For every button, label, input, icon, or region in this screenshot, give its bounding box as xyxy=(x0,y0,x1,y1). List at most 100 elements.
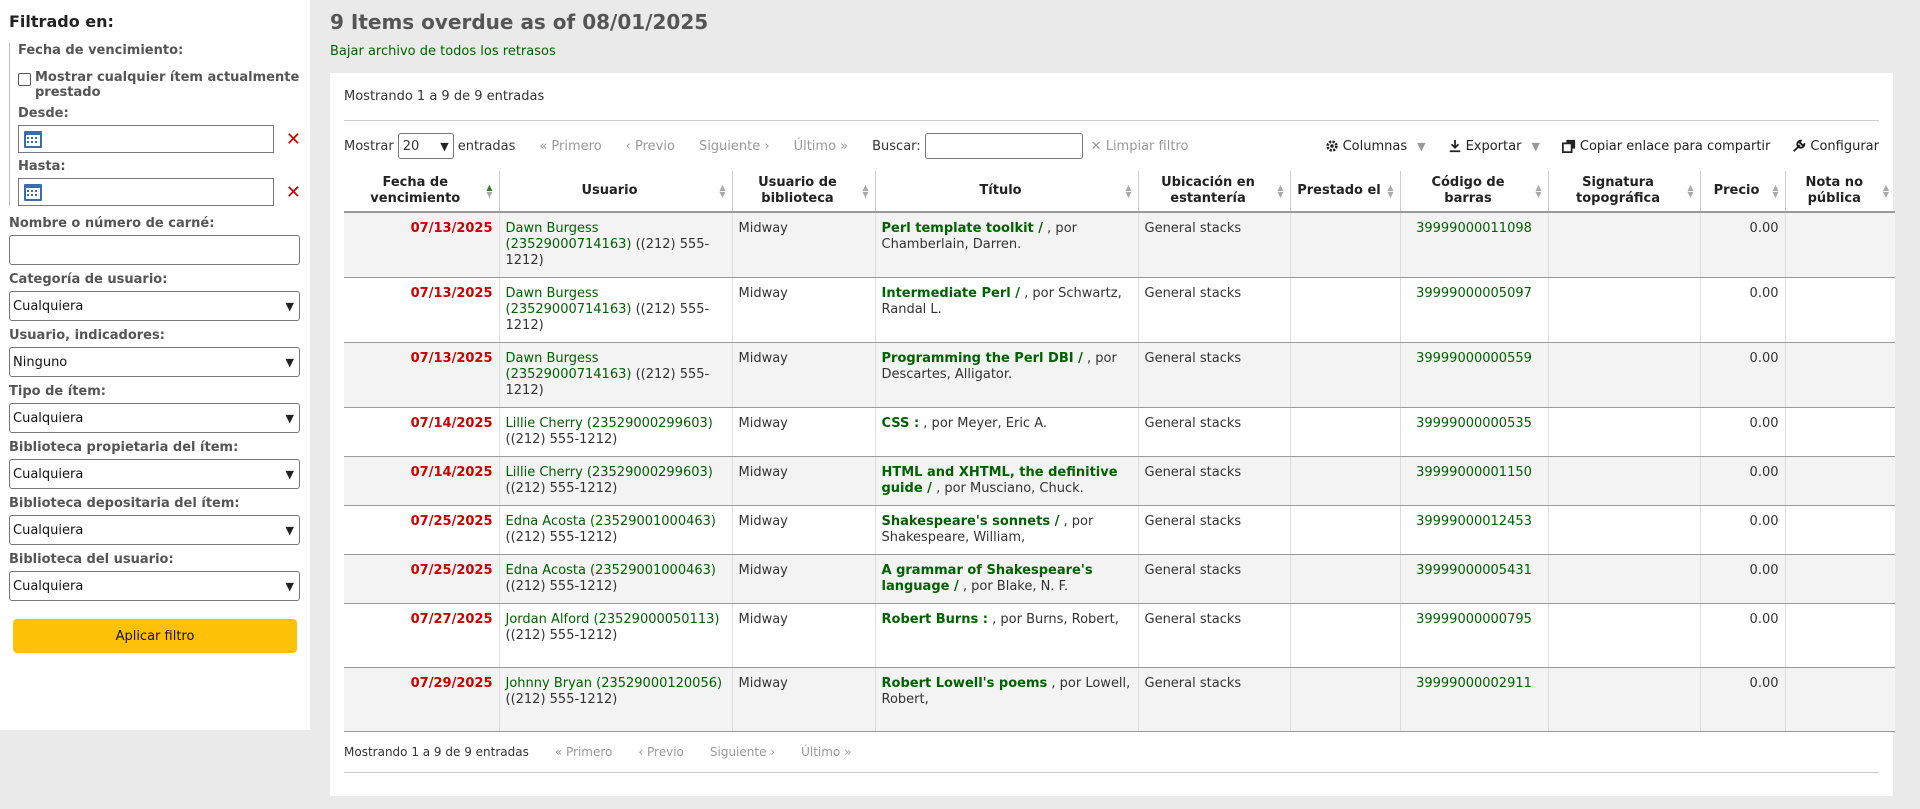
patron-category-select[interactable]: Cualquiera ▼ xyxy=(9,291,300,321)
columns-button[interactable]: Columnas ▼ xyxy=(1325,139,1426,154)
item-type-select[interactable]: Cualquiera ▼ xyxy=(9,403,300,433)
title-link[interactable]: Shakespeare's sonnets / xyxy=(882,514,1060,529)
checked-out-cell xyxy=(1290,667,1401,732)
barcode-link[interactable]: 39999000000559 xyxy=(1416,351,1532,366)
clear-to-icon[interactable]: ✕ xyxy=(286,182,301,203)
barcode-link[interactable]: 39999000002911 xyxy=(1416,676,1532,691)
library-cell: Midway xyxy=(732,277,876,343)
page-size-select[interactable]: 20 ▼ xyxy=(397,133,454,159)
entries-label: entradas xyxy=(457,138,516,154)
title-link[interactable]: Robert Lowell's poems xyxy=(882,676,1048,691)
patron-link[interactable]: Edna Acosta (23529001000463) xyxy=(506,563,716,578)
patron-link[interactable]: Lillie Cherry (23529000299603) xyxy=(506,416,713,431)
column-header[interactable]: Título ▲ ▼ xyxy=(875,171,1139,213)
barcode-link[interactable]: 39999000005431 xyxy=(1416,563,1532,578)
location-cell: General stacks xyxy=(1138,603,1291,668)
library-cell: Midway xyxy=(732,342,876,408)
column-header[interactable]: Prestado el ▲ ▼ xyxy=(1290,171,1401,213)
caret-down-icon: ▼ xyxy=(1531,139,1540,153)
patron-link[interactable]: Dawn Burgess (23529000714163) xyxy=(506,221,632,252)
first-page-button-bottom[interactable]: « Primero xyxy=(555,745,613,759)
barcode-link[interactable]: 39999000000535 xyxy=(1416,416,1532,431)
configure-button[interactable]: Configurar xyxy=(1792,139,1879,154)
sort-icon: ▲ ▼ xyxy=(1687,183,1694,199)
prev-page-button[interactable]: ‹ Previo xyxy=(626,139,675,154)
table-row: 07/14/2025 Lillie Cherry (23529000299603)… xyxy=(344,407,1895,457)
sort-icon: ▲ ▼ xyxy=(1882,183,1889,199)
patron-cell: Dawn Burgess (23529000714163) ((212) 555… xyxy=(499,212,733,278)
show-label: Mostrar xyxy=(344,138,394,154)
barcode-link[interactable]: 39999000011098 xyxy=(1416,221,1532,236)
checked-out-cell xyxy=(1290,212,1401,278)
from-date-input[interactable] xyxy=(18,125,274,153)
patron-flags-select[interactable]: Ninguno ▼ xyxy=(9,347,300,377)
copy-link-button[interactable]: Copiar enlace para compartir xyxy=(1561,139,1770,154)
patron-input[interactable] xyxy=(9,235,300,265)
patron-link[interactable]: Dawn Burgess (23529000714163) xyxy=(506,351,632,382)
search-input[interactable] xyxy=(924,133,1083,159)
next-page-button-bottom[interactable]: Siguiente › xyxy=(710,745,775,759)
note-cell xyxy=(1785,554,1895,604)
column-header[interactable]: Usuario de biblioteca ▲ ▼ xyxy=(732,171,876,213)
clear-from-icon[interactable]: ✕ xyxy=(286,129,301,150)
holding-library-select[interactable]: Cualquiera ▼ xyxy=(9,515,300,545)
title-link[interactable]: Perl template toolkit / xyxy=(882,221,1044,236)
column-header[interactable]: Signatura topográfica ▲ ▼ xyxy=(1548,171,1701,213)
chevron-down-icon: ▼ xyxy=(285,579,294,593)
barcode-link[interactable]: 39999000012453 xyxy=(1416,514,1532,529)
patron-link[interactable]: Dawn Burgess (23529000714163) xyxy=(506,286,632,317)
patron-phone: ((212) 555-1212) xyxy=(505,530,618,545)
first-page-button[interactable]: « Primero xyxy=(539,139,601,154)
barcode-cell: 39999000002911 xyxy=(1400,667,1549,732)
patron-library-select[interactable]: Cualquiera ▼ xyxy=(9,571,300,601)
clear-filter-button[interactable]: ✕ Limpiar filtro xyxy=(1091,139,1189,154)
column-header-label: Precio xyxy=(1713,183,1760,198)
price-cell: 0.00 xyxy=(1700,277,1786,343)
show-any-checkbox[interactable] xyxy=(18,73,31,86)
barcode-cell: 39999000001150 xyxy=(1400,456,1549,506)
location-cell: General stacks xyxy=(1138,456,1291,506)
to-date-input[interactable] xyxy=(18,178,274,206)
barcode-link[interactable]: 39999000001150 xyxy=(1416,465,1532,480)
table-row: 07/25/2025 Edna Acosta (23529001000463) (… xyxy=(344,505,1895,555)
column-header[interactable]: Código de barras ▲ ▼ xyxy=(1400,171,1549,213)
barcode-link[interactable]: 39999000005097 xyxy=(1416,286,1532,301)
calendar-icon[interactable] xyxy=(23,182,43,202)
calendar-icon[interactable] xyxy=(23,129,43,149)
next-page-button[interactable]: Siguiente › xyxy=(699,139,770,154)
title-link[interactable]: Robert Burns : xyxy=(882,612,989,627)
patron-link[interactable]: Jordan Alford (23529000050113) xyxy=(506,612,720,627)
patron-link[interactable]: Johnny Bryan (23529000120056) xyxy=(506,676,723,691)
home-library-label: Biblioteca propietaria del ítem: xyxy=(9,440,239,455)
callnumber-cell xyxy=(1548,277,1701,343)
patron-cell: Lillie Cherry (23529000299603) ((212) 55… xyxy=(499,456,733,506)
apply-filter-button[interactable]: Aplicar filtro xyxy=(13,619,297,653)
patron-phone: ((212) 555-1212) xyxy=(505,481,618,496)
callnumber-cell xyxy=(1548,667,1701,732)
column-header[interactable]: Ubicación en estantería ▲ ▼ xyxy=(1138,171,1291,213)
table-row: 07/13/2025 Dawn Burgess (23529000714163) … xyxy=(344,342,1895,408)
column-header[interactable]: Nota no pública ▲ ▼ xyxy=(1785,171,1895,213)
barcode-link[interactable]: 39999000000795 xyxy=(1416,612,1532,627)
barcode-cell: 39999000005097 xyxy=(1400,277,1549,343)
title-link[interactable]: Intermediate Perl / xyxy=(882,286,1020,301)
download-overdues-link[interactable]: Bajar archivo de todos los retrasos xyxy=(330,44,1905,59)
last-page-button-bottom[interactable]: Último » xyxy=(801,745,851,759)
patron-category-value: Cualquiera xyxy=(13,298,84,314)
patron-link[interactable]: Lillie Cherry (23529000299603) xyxy=(506,465,713,480)
title-link[interactable]: CSS : xyxy=(882,416,920,431)
title-link[interactable]: Programming the Perl DBI / xyxy=(882,351,1083,366)
home-library-select[interactable]: Cualquiera ▼ xyxy=(9,459,300,489)
column-header[interactable]: Precio ▲ ▼ xyxy=(1700,171,1786,213)
last-page-button[interactable]: Último » xyxy=(794,139,849,154)
patron-library-label: Biblioteca del usuario: xyxy=(9,552,174,567)
sort-icon: ▲ ▼ xyxy=(486,183,493,199)
note-cell xyxy=(1785,342,1895,408)
patron-link[interactable]: Edna Acosta (23529001000463) xyxy=(506,514,716,529)
location-cell: General stacks xyxy=(1138,554,1291,604)
column-header[interactable]: Fecha de vencimiento ▲ ▼ xyxy=(344,171,500,213)
prev-page-button-bottom[interactable]: ‹ Previo xyxy=(638,745,683,759)
callnumber-cell xyxy=(1548,407,1701,457)
export-button[interactable]: Exportar ▼ xyxy=(1448,139,1540,154)
column-header[interactable]: Usuario ▲ ▼ xyxy=(499,171,733,213)
